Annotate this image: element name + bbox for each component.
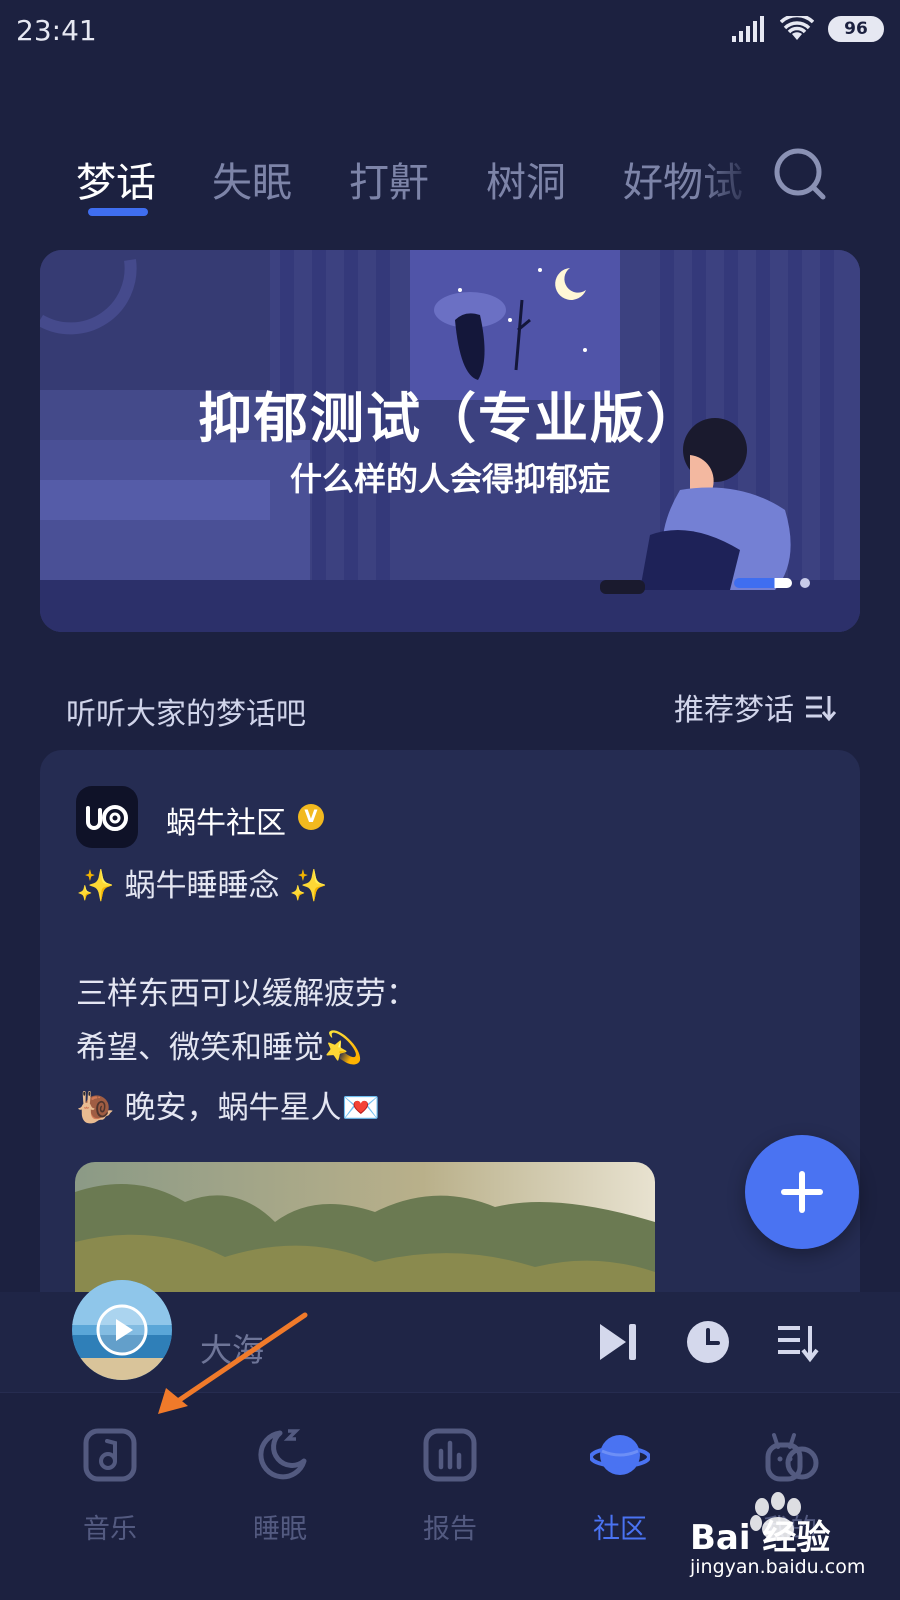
post-line: 三样东西可以缓解疲劳：	[76, 976, 417, 1012]
banner-dot-active	[734, 578, 792, 588]
annotation-arrow	[158, 1312, 308, 1414]
playlist-button[interactable]	[774, 1318, 822, 1366]
snail-logo-icon	[86, 805, 128, 831]
nav-label-music: 音乐	[83, 1514, 137, 1545]
post-card[interactable]: 蜗牛社区 V ✨ 蜗牛睡睡念 ✨ 三样东西可以缓解疲劳： 希望、微笑和睡觉💫 🐌…	[40, 750, 860, 1310]
battery-indicator: 96	[828, 16, 884, 42]
sort-button[interactable]: 推荐梦话	[674, 685, 836, 729]
tab-menghua[interactable]: 梦话	[76, 150, 156, 208]
banner-pagination	[734, 578, 810, 588]
nav-label-sleep: 睡眠	[253, 1514, 307, 1545]
section-title: 听听大家的梦话吧	[66, 697, 306, 732]
category-tabs: 梦话 失眠 打鼾 树洞 好物试	[56, 140, 756, 220]
nav-item-music[interactable]: 音乐	[40, 1425, 180, 1555]
post-line: 希望、微笑和睡觉💫	[76, 1030, 363, 1066]
signal-icon	[732, 16, 764, 42]
snail-icon	[765, 1433, 819, 1482]
post-line: 🐌 晚安，蜗牛星人💌	[76, 1090, 381, 1126]
sleep-timer-button[interactable]	[684, 1318, 732, 1366]
banner-subtitle: 什么样的人会得抑郁症	[289, 460, 610, 498]
nav-label-report: 报告	[423, 1514, 477, 1545]
music-note-icon	[83, 1428, 137, 1482]
post-image[interactable]	[75, 1162, 655, 1310]
tab-dahan[interactable]: 打鼾	[349, 150, 429, 208]
author-name[interactable]: 蜗牛社区	[166, 798, 286, 842]
create-post-button[interactable]	[745, 1135, 859, 1249]
search-button[interactable]	[772, 146, 828, 202]
status-icons: 96	[732, 16, 884, 42]
bar-chart-icon	[423, 1428, 477, 1482]
nav-item-community[interactable]: 社区	[550, 1425, 690, 1555]
tab-shimian[interactable]: 失眠	[212, 150, 292, 208]
skip-next-icon	[600, 1324, 636, 1360]
post-line: ✨ 蜗牛睡睡念 ✨	[76, 868, 328, 904]
wifi-icon	[780, 16, 814, 40]
nav-label-community: 社区	[593, 1514, 647, 1545]
tab-shudong[interactable]: 树洞	[486, 150, 566, 208]
nav-item-report[interactable]: 报告	[380, 1425, 520, 1555]
moon-icon	[258, 1429, 307, 1480]
status-time: 23:41	[16, 14, 97, 47]
tab-fade	[696, 140, 756, 220]
author-avatar[interactable]	[76, 786, 138, 848]
section-header: 听听大家的梦话吧 推荐梦话	[66, 685, 836, 735]
nav-item-sleep[interactable]: 睡眠	[210, 1425, 350, 1555]
clock-icon	[687, 1321, 729, 1363]
promo-banner[interactable]: 抑郁测试（专业版） 什么样的人会得抑郁症	[40, 250, 860, 632]
landscape-photo	[75, 1162, 655, 1310]
banner-title: 抑郁测试（专业版）	[198, 387, 702, 450]
active-tab-indicator	[88, 208, 148, 216]
status-bar: 23:41 96	[0, 0, 900, 64]
planet-icon	[590, 1435, 650, 1475]
playlist-icon	[778, 1326, 819, 1363]
sort-label: 推荐梦话	[674, 693, 794, 728]
plus-icon	[781, 1171, 823, 1213]
banner-dot	[800, 578, 810, 588]
sort-icon	[806, 696, 836, 722]
watermark-text: Bai 经验	[690, 1518, 831, 1558]
watermark-url: jingyan.baidu.com	[690, 1556, 866, 1578]
verified-badge: V	[298, 804, 324, 830]
search-icon	[774, 148, 826, 200]
next-track-button[interactable]	[594, 1318, 642, 1366]
